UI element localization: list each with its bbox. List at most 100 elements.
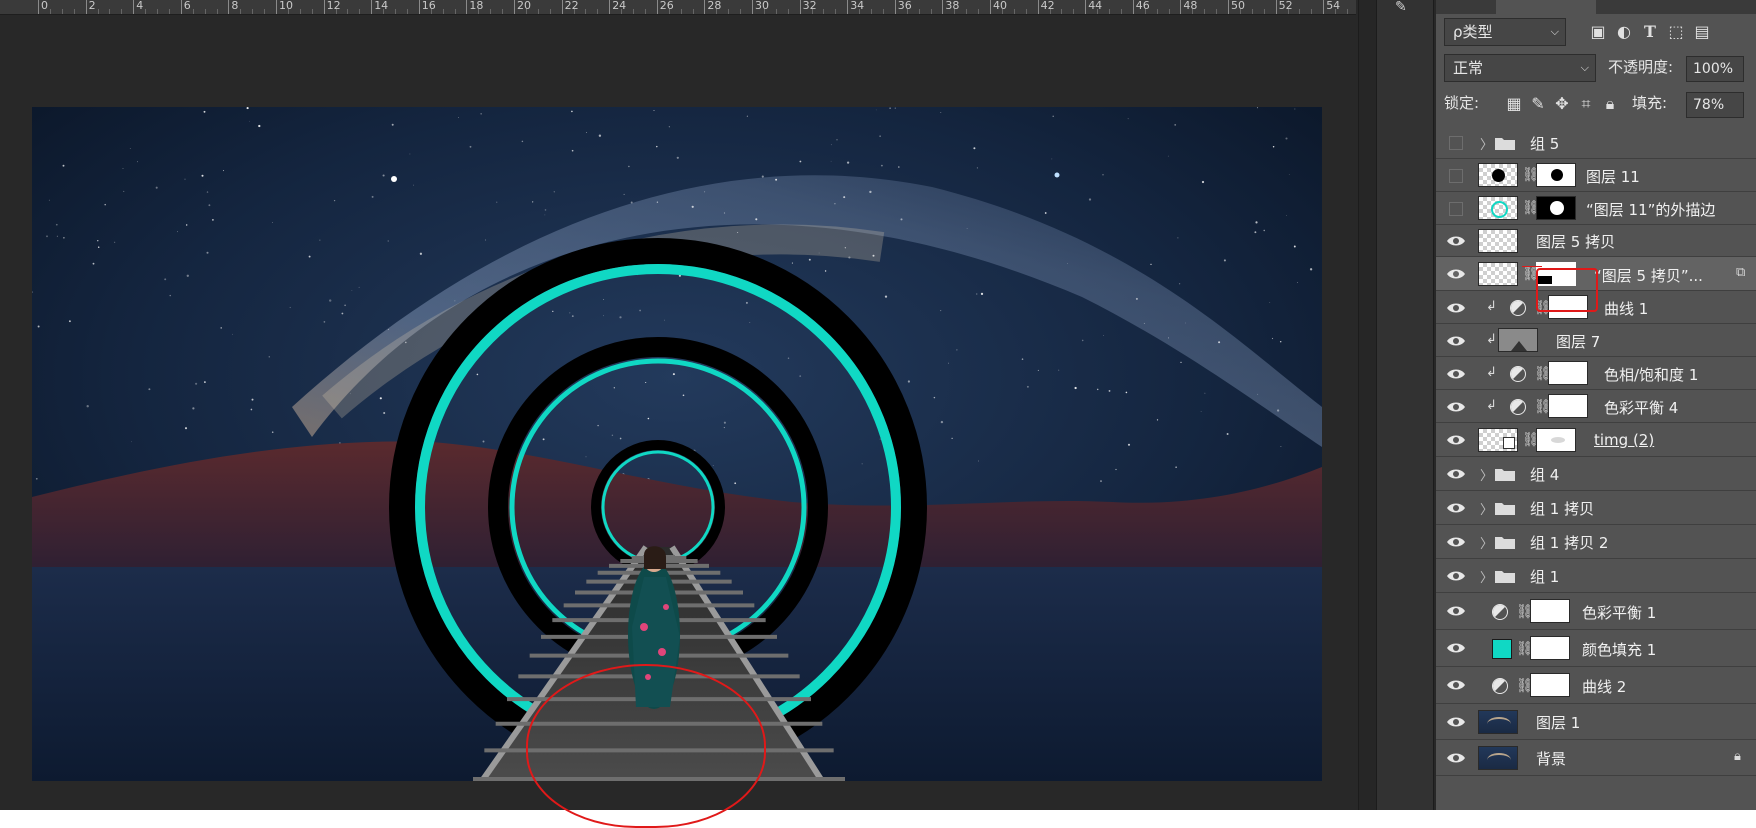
- layer-row-color-balance-1[interactable]: ⛓︎ 色彩平衡 1: [1436, 593, 1756, 630]
- chevron-right-icon[interactable]: 〉: [1480, 134, 1493, 153]
- link-icon[interactable]: ⛓︎: [1522, 166, 1540, 184]
- layer-row-layer-1[interactable]: 图层 1: [1436, 704, 1756, 740]
- link-icon[interactable]: ⛓︎: [1522, 265, 1540, 283]
- visibility-off-box: [1449, 136, 1463, 150]
- star: [1081, 339, 1084, 342]
- link-icon[interactable]: ⛓︎: [1522, 199, 1540, 217]
- visibility-toggle[interactable]: [1442, 460, 1470, 488]
- star: [206, 251, 209, 254]
- photoshop-window: 0 2 4 6 8 10 12 14 16 18 20 22 24 26 28 30 32 34 36 38 40 42 4…: [0, 0, 1756, 828]
- image-filter-icon[interactable]: ▣: [1588, 22, 1608, 42]
- ruler-label: 40: [993, 0, 1007, 12]
- layer-row-layer-7[interactable]: ↲ 图层 7: [1436, 324, 1756, 357]
- ruler-minor-tick: [549, 9, 551, 14]
- star: [976, 167, 978, 169]
- lock-position-icon[interactable]: ✥: [1552, 94, 1572, 114]
- layer-row-layer-5-copy[interactable]: 图层 5 拷贝: [1436, 225, 1756, 257]
- visibility-toggle[interactable]: [1442, 494, 1470, 522]
- adjustment-layer-icon: [1492, 678, 1508, 694]
- layer-row-layer-11-outer-stroke[interactable]: ⛓︎ “图层 11”的外描边: [1436, 192, 1756, 225]
- layer-row-background[interactable]: 背景 🔒︎: [1436, 740, 1756, 776]
- link-icon[interactable]: ⛓︎: [1516, 640, 1534, 658]
- lock-artboard-icon[interactable]: ⌗: [1576, 94, 1596, 114]
- blend-mode-select[interactable]: 正常 ⌵: [1444, 54, 1596, 82]
- layer-row-group-1-copy[interactable]: 〉 组 1 拷贝: [1436, 491, 1756, 525]
- layer-name: 色彩平衡 4: [1604, 399, 1679, 417]
- chevron-right-icon[interactable]: 〉: [1480, 567, 1493, 586]
- visibility-toggle[interactable]: [1442, 634, 1470, 662]
- canvas-workspace[interactable]: [0, 15, 1356, 828]
- adjustment-filter-icon[interactable]: ◐: [1614, 22, 1634, 42]
- opacity-input[interactable]: 100%: [1686, 56, 1744, 82]
- smart-object-filter-icon[interactable]: ▤: [1692, 22, 1712, 42]
- lock-all-icon[interactable]: 🔒︎: [1600, 94, 1620, 114]
- layer-row-color-balance-4[interactable]: ↲ ⛓︎ 色彩平衡 4: [1436, 390, 1756, 423]
- star: [875, 109, 877, 111]
- ruler-minor-tick: [1335, 9, 1337, 14]
- layer-row-group-1-copy-2[interactable]: 〉 组 1 拷贝 2: [1436, 525, 1756, 559]
- star: [184, 427, 188, 430]
- lock-image-pixels-icon[interactable]: ✎: [1528, 94, 1548, 114]
- chevron-right-icon[interactable]: 〉: [1480, 499, 1493, 518]
- layer-row-hue-saturation-1[interactable]: ↲ ⛓︎ 色相/饱和度 1: [1436, 357, 1756, 390]
- visibility-toggle[interactable]: [1442, 327, 1470, 355]
- visibility-toggle[interactable]: [1442, 393, 1470, 421]
- visibility-toggle[interactable]: [1442, 360, 1470, 388]
- horizontal-ruler[interactable]: 0 2 4 6 8 10 12 14 16 18 20 22 24 26 28 30 32 34 36 38 40 42 4…: [0, 0, 1356, 15]
- visibility-toggle[interactable]: [1442, 708, 1470, 736]
- layer-name: 图层 5 拷贝: [1536, 233, 1616, 251]
- visibility-toggle[interactable]: [1442, 671, 1470, 699]
- lock-transparent-pixels-icon[interactable]: ▦: [1504, 94, 1524, 114]
- fill-color-swatch[interactable]: [1492, 639, 1512, 659]
- shape-filter-icon[interactable]: ⬚: [1666, 22, 1686, 42]
- layer-filter-select[interactable]: ρ类型 ⌵: [1444, 18, 1566, 46]
- star: [155, 186, 158, 189]
- visibility-toggle[interactable]: [1442, 426, 1470, 454]
- star: [195, 382, 198, 385]
- star: [761, 175, 764, 178]
- visibility-toggle[interactable]: [1442, 562, 1470, 590]
- visibility-toggle[interactable]: [1442, 744, 1470, 772]
- star: [391, 123, 394, 126]
- visibility-toggle[interactable]: [1442, 528, 1470, 556]
- layer-name: 图层 7: [1556, 333, 1601, 351]
- visibility-toggle[interactable]: [1442, 162, 1470, 190]
- star: [405, 341, 407, 344]
- opacity-label: 不透明度:: [1608, 58, 1674, 76]
- layer-name: 曲线 1: [1604, 300, 1649, 318]
- layer-row-group-1[interactable]: 〉 组 1: [1436, 559, 1756, 593]
- canvas-scrollbar[interactable]: [1358, 0, 1377, 810]
- ruler-major-tick: [1323, 0, 1325, 14]
- layer-row-curves-2[interactable]: ⛓︎ 曲线 2: [1436, 667, 1756, 704]
- link-icon[interactable]: ⛓︎: [1534, 398, 1552, 416]
- link-icon[interactable]: ⛓︎: [1522, 431, 1540, 449]
- star: [1067, 263, 1068, 264]
- layer-row-timg-2[interactable]: ⛓︎ timg (2): [1436, 423, 1756, 457]
- star: [1257, 393, 1259, 395]
- chevron-right-icon[interactable]: 〉: [1480, 465, 1493, 484]
- visibility-toggle[interactable]: [1442, 294, 1470, 322]
- link-icon[interactable]: ⛓︎: [1516, 677, 1534, 695]
- layer-row-group-4[interactable]: 〉 组 4: [1436, 457, 1756, 491]
- ruler-minor-tick: [1025, 9, 1027, 14]
- ruler-minor-tick: [1204, 9, 1206, 14]
- type-filter-icon[interactable]: T: [1640, 22, 1660, 42]
- layer-row-group-5[interactable]: 〉 组 5: [1436, 127, 1756, 159]
- tab-layers[interactable]: [1496, 0, 1596, 14]
- visibility-toggle[interactable]: [1442, 597, 1470, 625]
- visibility-toggle[interactable]: [1442, 129, 1470, 157]
- star: [1200, 410, 1202, 412]
- chevron-right-icon[interactable]: 〉: [1480, 533, 1493, 552]
- visibility-toggle[interactable]: [1442, 260, 1470, 288]
- star: [1269, 302, 1271, 303]
- visibility-toggle[interactable]: [1442, 227, 1470, 255]
- visibility-toggle[interactable]: [1442, 195, 1470, 223]
- adjustment-layer-icon: [1510, 300, 1526, 316]
- layer-row-layer-11[interactable]: ⛓︎ 图层 11: [1436, 159, 1756, 192]
- fill-input[interactable]: 78%: [1686, 92, 1744, 118]
- star: [48, 199, 50, 201]
- link-icon[interactable]: ⛓︎: [1516, 603, 1534, 621]
- brush-icon[interactable]: ✎: [1395, 0, 1415, 14]
- layer-row-color-fill-1[interactable]: ⛓︎ 颜色填充 1: [1436, 630, 1756, 667]
- link-icon[interactable]: ⛓︎: [1534, 365, 1552, 383]
